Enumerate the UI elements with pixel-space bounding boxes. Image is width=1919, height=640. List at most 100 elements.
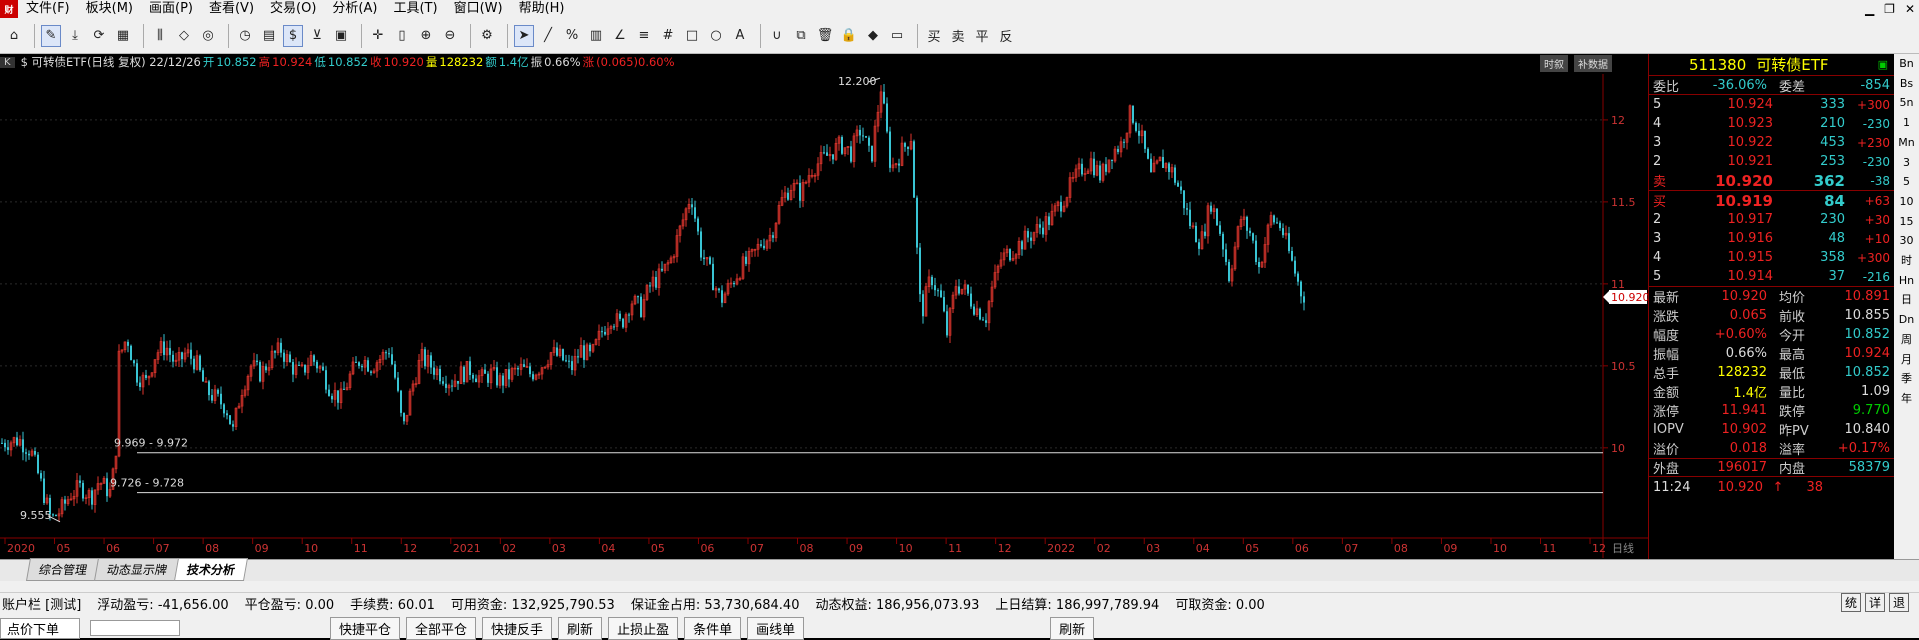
- diamond-icon[interactable]: ◇: [174, 25, 194, 47]
- flag-icon[interactable]: ▣: [1878, 58, 1888, 71]
- close-position-button[interactable]: 平: [972, 25, 992, 47]
- close-all-button[interactable]: 全部平仓: [406, 616, 477, 640]
- x-tick-label: 11: [1543, 542, 1557, 555]
- refresh-button[interactable]: 刷新: [558, 616, 603, 640]
- percent-icon[interactable]: %: [562, 25, 582, 47]
- stop-loss-button[interactable]: 止损止盈: [608, 616, 679, 640]
- period-14[interactable]: 周: [1901, 330, 1912, 350]
- kline-chart-area[interactable]: 10 10.5 11 11.5 12 2020 05 06 07 08 09 10 11 12 2021 02…: [0, 54, 1648, 559]
- circle-tool-icon[interactable]: ○: [706, 25, 726, 47]
- ruler-icon[interactable]: ▯: [392, 25, 412, 47]
- period-10[interactable]: 时: [1901, 251, 1912, 271]
- kline-chart[interactable]: 10 10.5 11 11.5 12 2020 05 06 07 08 09 10 11 12 2021 02…: [0, 54, 1648, 559]
- rect-tool-icon[interactable]: ▥: [586, 25, 606, 47]
- period-8[interactable]: 15: [1900, 212, 1914, 232]
- sell-button[interactable]: 卖: [948, 25, 968, 47]
- square-tool-icon[interactable]: □: [682, 25, 702, 47]
- buy-button[interactable]: 买: [924, 25, 944, 47]
- period-13[interactable]: Dn: [1899, 310, 1914, 330]
- period-6[interactable]: 5: [1903, 172, 1910, 192]
- notepad-icon[interactable]: ▤: [259, 25, 279, 47]
- gear-icon[interactable]: ⚙: [477, 25, 497, 47]
- copy-icon[interactable]: ⧉: [791, 25, 811, 47]
- menu-trade[interactable]: 交易(O): [262, 0, 324, 18]
- menu-analysis[interactable]: 分析(A): [324, 0, 385, 18]
- period-1[interactable]: Bs: [1900, 74, 1913, 94]
- save-icon[interactable]: ▭: [887, 25, 907, 47]
- last-price-label: 10.920: [1611, 291, 1648, 304]
- period-15[interactable]: 月: [1901, 350, 1912, 370]
- period-16[interactable]: 季: [1901, 369, 1912, 389]
- menu-block[interactable]: 板块(M): [78, 0, 141, 18]
- y-tick-label: 12: [1611, 114, 1625, 127]
- menu-screen[interactable]: 画面(P): [141, 0, 201, 18]
- line-order-button[interactable]: 画线单: [747, 616, 805, 640]
- detail-button[interactable]: 详: [1864, 593, 1885, 612]
- quick-close-button[interactable]: 快捷平仓: [330, 616, 401, 640]
- home-icon[interactable]: ⌂: [4, 25, 24, 47]
- period-7[interactable]: 10: [1900, 192, 1914, 212]
- angle-tool-icon[interactable]: ∠: [610, 25, 630, 47]
- menu-tools[interactable]: 工具(T): [385, 0, 445, 18]
- time-sort-button[interactable]: 时叙: [1540, 55, 1568, 72]
- line-tool-icon[interactable]: ╱: [538, 25, 558, 47]
- candle-body: [562, 349, 564, 361]
- close-icon[interactable]: ✕: [1905, 0, 1915, 18]
- tab-technical[interactable]: 技术分析: [174, 558, 249, 581]
- tab-comprehensive[interactable]: 综合管理: [25, 558, 101, 581]
- grid-tool-icon[interactable]: #: [658, 25, 678, 47]
- period-12[interactable]: 日: [1901, 290, 1912, 310]
- quick-reverse-button[interactable]: 快捷反手: [482, 616, 553, 640]
- menu-file[interactable]: 文件(F): [18, 0, 78, 18]
- period-3[interactable]: 1: [1903, 113, 1910, 133]
- menu-window[interactable]: 窗口(W): [446, 0, 511, 18]
- magnet-icon[interactable]: ∪: [767, 25, 787, 47]
- clock-icon[interactable]: ◷: [235, 25, 255, 47]
- menu-view[interactable]: 查看(V): [201, 0, 262, 18]
- zoom-out-icon[interactable]: ⊖: [440, 25, 460, 47]
- restore-icon[interactable]: ❐: [1884, 0, 1895, 18]
- zoom-in-icon[interactable]: ⊕: [416, 25, 436, 47]
- logout-button[interactable]: 退: [1888, 593, 1909, 612]
- dollar-icon[interactable]: $: [283, 24, 303, 47]
- download-icon[interactable]: ⤓: [65, 25, 85, 47]
- draw-pen-icon[interactable]: ✎: [41, 24, 61, 47]
- period-4[interactable]: Mn: [1898, 133, 1914, 153]
- calculator-icon[interactable]: ▣: [331, 25, 351, 47]
- text-tool-icon[interactable]: A: [730, 25, 750, 47]
- x-tick-label: 11: [354, 542, 368, 555]
- grid-icon[interactable]: ▦: [113, 25, 133, 47]
- cursor-icon[interactable]: ➤: [514, 24, 534, 47]
- close-value: 10.920: [383, 55, 424, 69]
- stat-label: 溢率: [1779, 443, 1806, 458]
- refresh-icon[interactable]: ⟳: [89, 25, 109, 47]
- order-input[interactable]: [90, 620, 180, 636]
- available-label: 可用资金:: [450, 598, 508, 613]
- period-9[interactable]: 30: [1900, 231, 1914, 251]
- period-0[interactable]: Bn: [1899, 54, 1914, 74]
- summary-button[interactable]: 统: [1840, 593, 1861, 612]
- tab-dynamic-board[interactable]: 动态显示牌: [93, 558, 181, 581]
- candle-body: [1009, 249, 1011, 261]
- menu-help[interactable]: 帮助(H): [511, 0, 573, 18]
- reverse-button[interactable]: 反: [996, 25, 1016, 47]
- period-17[interactable]: 年: [1901, 389, 1912, 409]
- vertical-bar-icon[interactable]: ⫼: [150, 25, 170, 47]
- period-11[interactable]: Hn: [1899, 271, 1914, 291]
- trash-icon[interactable]: 🗑: [815, 25, 835, 47]
- filter-icon[interactable]: ⊻: [307, 25, 327, 47]
- fill-data-button[interactable]: 补数据: [1574, 55, 1612, 72]
- x-tick-label: 04: [601, 542, 615, 555]
- crosshair-icon[interactable]: ✛: [368, 25, 388, 47]
- color-icon[interactable]: ◆: [863, 25, 883, 47]
- target-icon[interactable]: ◎: [198, 25, 218, 47]
- period-5[interactable]: 3: [1903, 153, 1910, 173]
- period-2[interactable]: 5n: [1900, 93, 1914, 113]
- book-price: 10.920: [1715, 171, 1773, 190]
- channel-icon[interactable]: ≡: [634, 25, 654, 47]
- conditional-order-button[interactable]: 条件单: [684, 616, 742, 640]
- refresh-right-button[interactable]: 刷新: [1050, 616, 1095, 640]
- minimize-icon[interactable]: ▁: [1865, 0, 1874, 18]
- lock-icon[interactable]: 🔒: [839, 25, 859, 47]
- click-order-title[interactable]: 点价下单: [0, 617, 80, 639]
